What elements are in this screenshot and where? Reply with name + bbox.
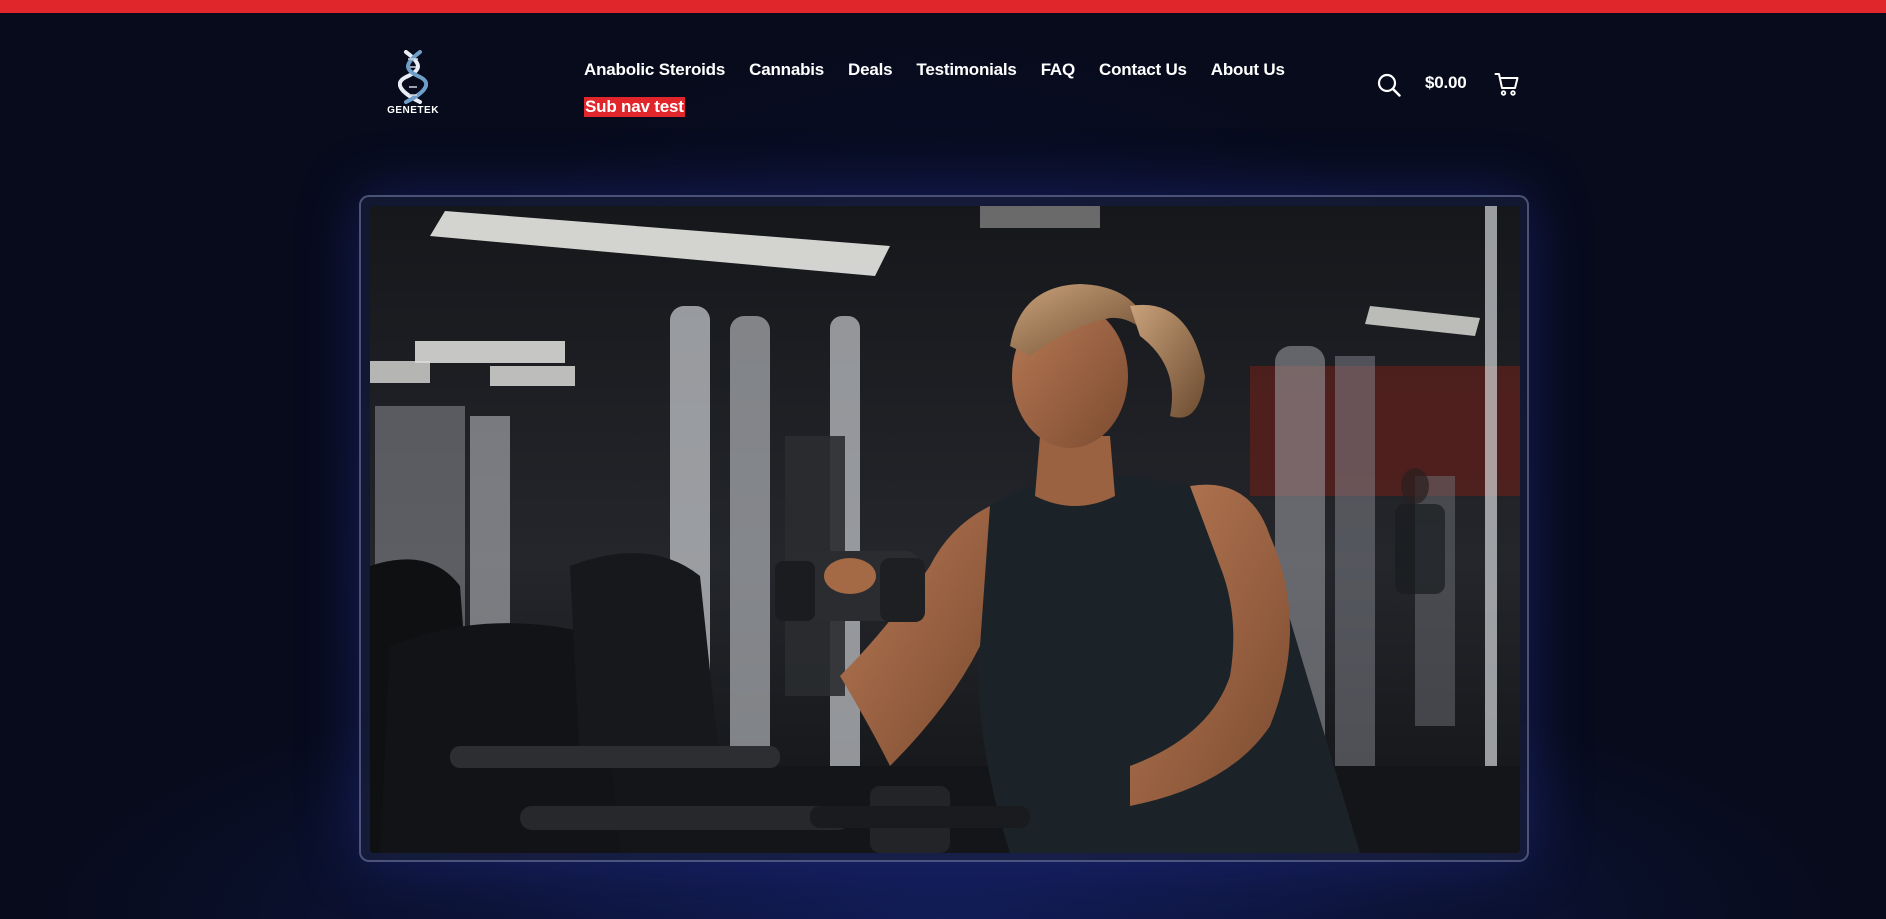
search-icon[interactable] xyxy=(1376,72,1402,98)
main-nav: Anabolic Steroids Cannabis Deals Testimo… xyxy=(584,60,1309,80)
nav-item-testimonials[interactable]: Testimonials xyxy=(916,60,1016,80)
logo-wordmark: GENETEK xyxy=(387,105,439,116)
nav-item-faq[interactable]: FAQ xyxy=(1041,60,1076,80)
cart-icon[interactable] xyxy=(1494,71,1520,97)
logo[interactable]: GENETEK xyxy=(380,50,446,120)
dna-helix-icon xyxy=(398,50,428,104)
page: GENETEK Anabolic Steroids Cannabis Deals… xyxy=(0,0,1886,919)
nav-item-about-us[interactable]: About Us xyxy=(1211,60,1285,80)
nav-item-deals[interactable]: Deals xyxy=(848,60,893,80)
gym-photo-illustration xyxy=(370,206,1520,853)
hero-image xyxy=(370,206,1520,853)
top-accent-bar xyxy=(0,0,1886,13)
hero-frame xyxy=(359,195,1529,862)
cart-total[interactable]: $0.00 xyxy=(1425,73,1467,93)
nav-item-cannabis[interactable]: Cannabis xyxy=(749,60,824,80)
nav-item-anabolic-steroids[interactable]: Anabolic Steroids xyxy=(584,60,725,80)
sub-nav-item[interactable]: Sub nav test xyxy=(584,97,685,117)
nav-item-contact-us[interactable]: Contact Us xyxy=(1099,60,1187,80)
